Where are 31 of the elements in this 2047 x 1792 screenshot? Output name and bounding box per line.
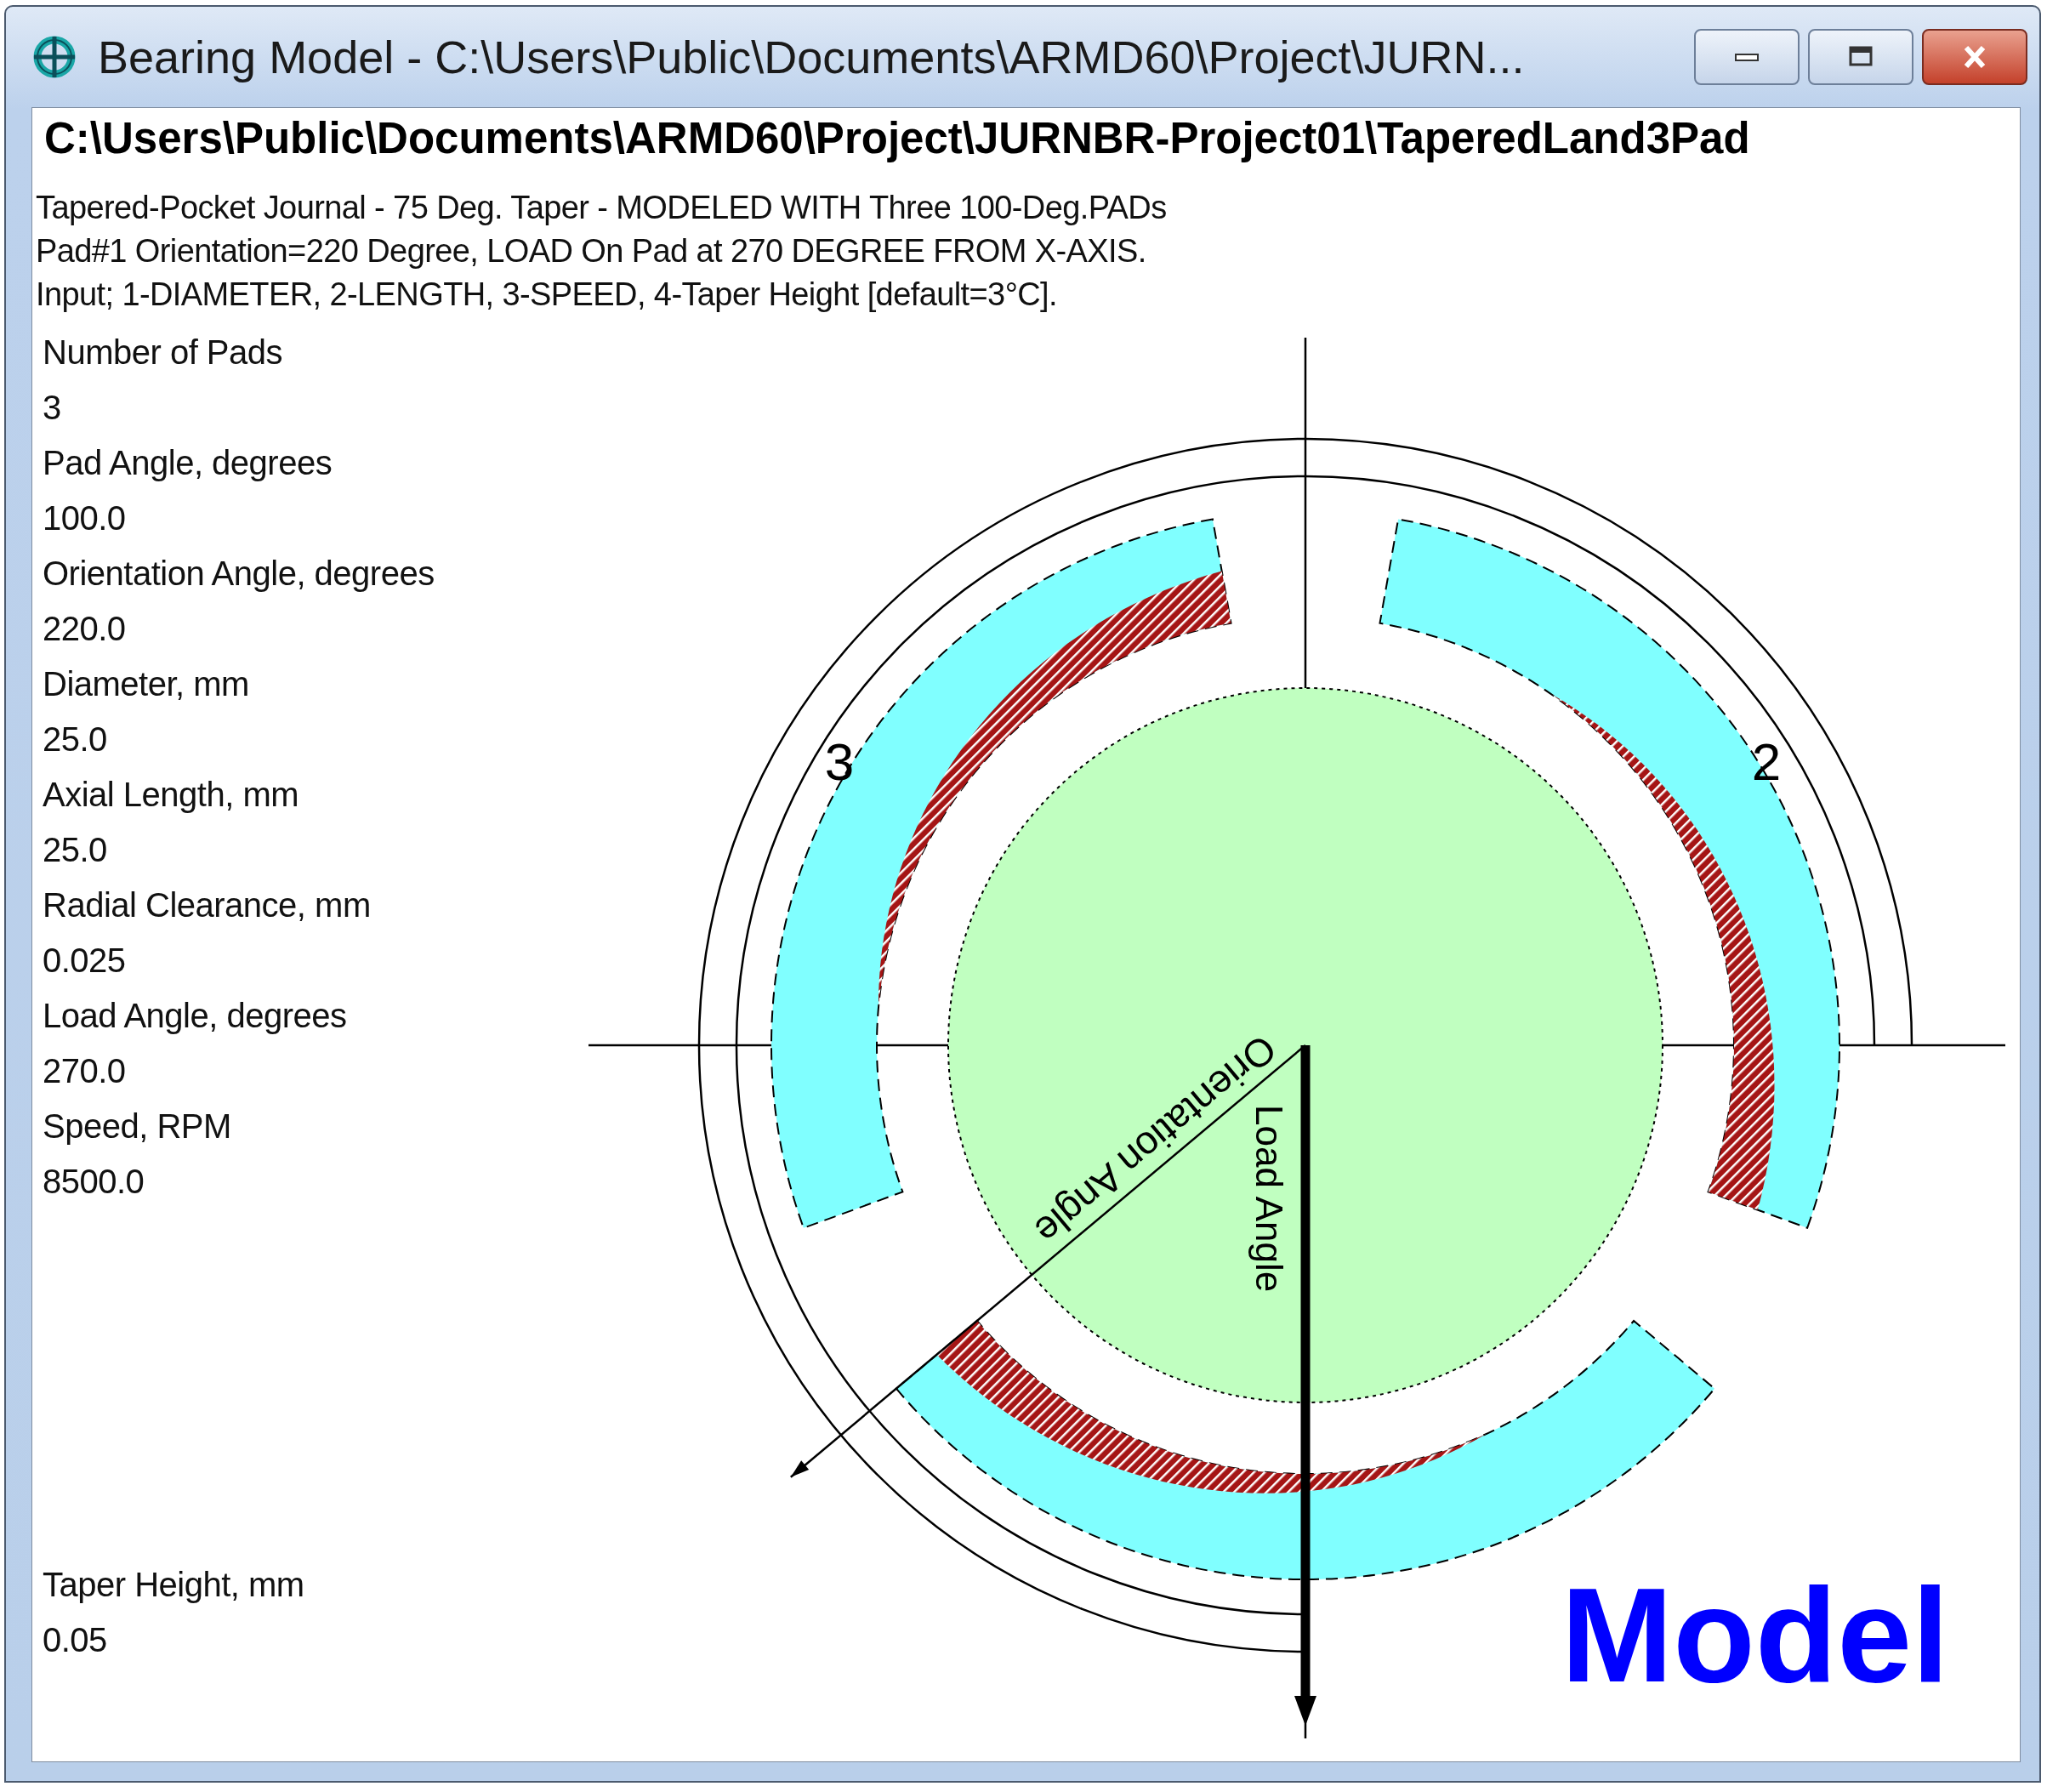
parameter-label: Axial Length, mm xyxy=(43,775,300,815)
minimize-button[interactable] xyxy=(1694,29,1800,85)
description-line: Pad#1 Orientation=220 Degree, LOAD On Pad at 270 DEGREE FROM X-AXIS. xyxy=(35,232,1147,270)
parameter-label: Number of Pads xyxy=(43,333,284,373)
close-button[interactable] xyxy=(1922,29,2027,85)
parameter-value: 25.0 xyxy=(43,720,108,759)
parameter-value: 270.0 xyxy=(43,1051,127,1091)
parameter-label: Taper Height, mm xyxy=(43,1565,305,1605)
pad-number: 3 xyxy=(824,732,855,791)
ring-icon xyxy=(31,34,77,80)
file-path: C:\Users\Public\Documents\ARMD60\Project\JURNBR-Project01\TaperedLand3Pad xyxy=(43,113,1751,164)
parameter-label: Diameter, mm xyxy=(43,664,250,704)
parameter-label: Orientation Angle, degrees xyxy=(43,554,435,594)
parameter-value: 100.0 xyxy=(43,498,127,538)
description-line: Input; 1-DIAMETER, 2-LENGTH, 3-SPEED, 4-Taper Height [default=3°C]. xyxy=(35,276,1058,314)
maximize-button[interactable] xyxy=(1808,29,1913,85)
parameter-label: Load Angle, degrees xyxy=(43,996,348,1036)
parameter-value: 8500.0 xyxy=(43,1162,145,1202)
parameter-value: 0.025 xyxy=(43,941,127,981)
model-caption: Model xyxy=(1561,1560,1949,1710)
pad-number: 2 xyxy=(1751,732,1782,791)
window-title: Bearing Model - C:\Users\Public\Documents\ARMD60\Project\JURN... xyxy=(98,31,1526,83)
parameter-label: Speed, RPM xyxy=(43,1106,232,1146)
parameter-value: 0.05 xyxy=(43,1620,108,1660)
parameter-value: 25.0 xyxy=(43,830,108,870)
parameter-value: 3 xyxy=(43,388,62,428)
parameter-value: 220.0 xyxy=(43,609,127,649)
parameter-label: Pad Angle, degrees xyxy=(43,443,333,483)
parameter-label: Radial Clearance, mm xyxy=(43,885,372,925)
description-line: Tapered-Pocket Journal - 75 Deg. Taper - MODELED WITH Three 100-Deg.PADs xyxy=(35,189,1168,227)
minimize-icon xyxy=(1734,52,1760,62)
